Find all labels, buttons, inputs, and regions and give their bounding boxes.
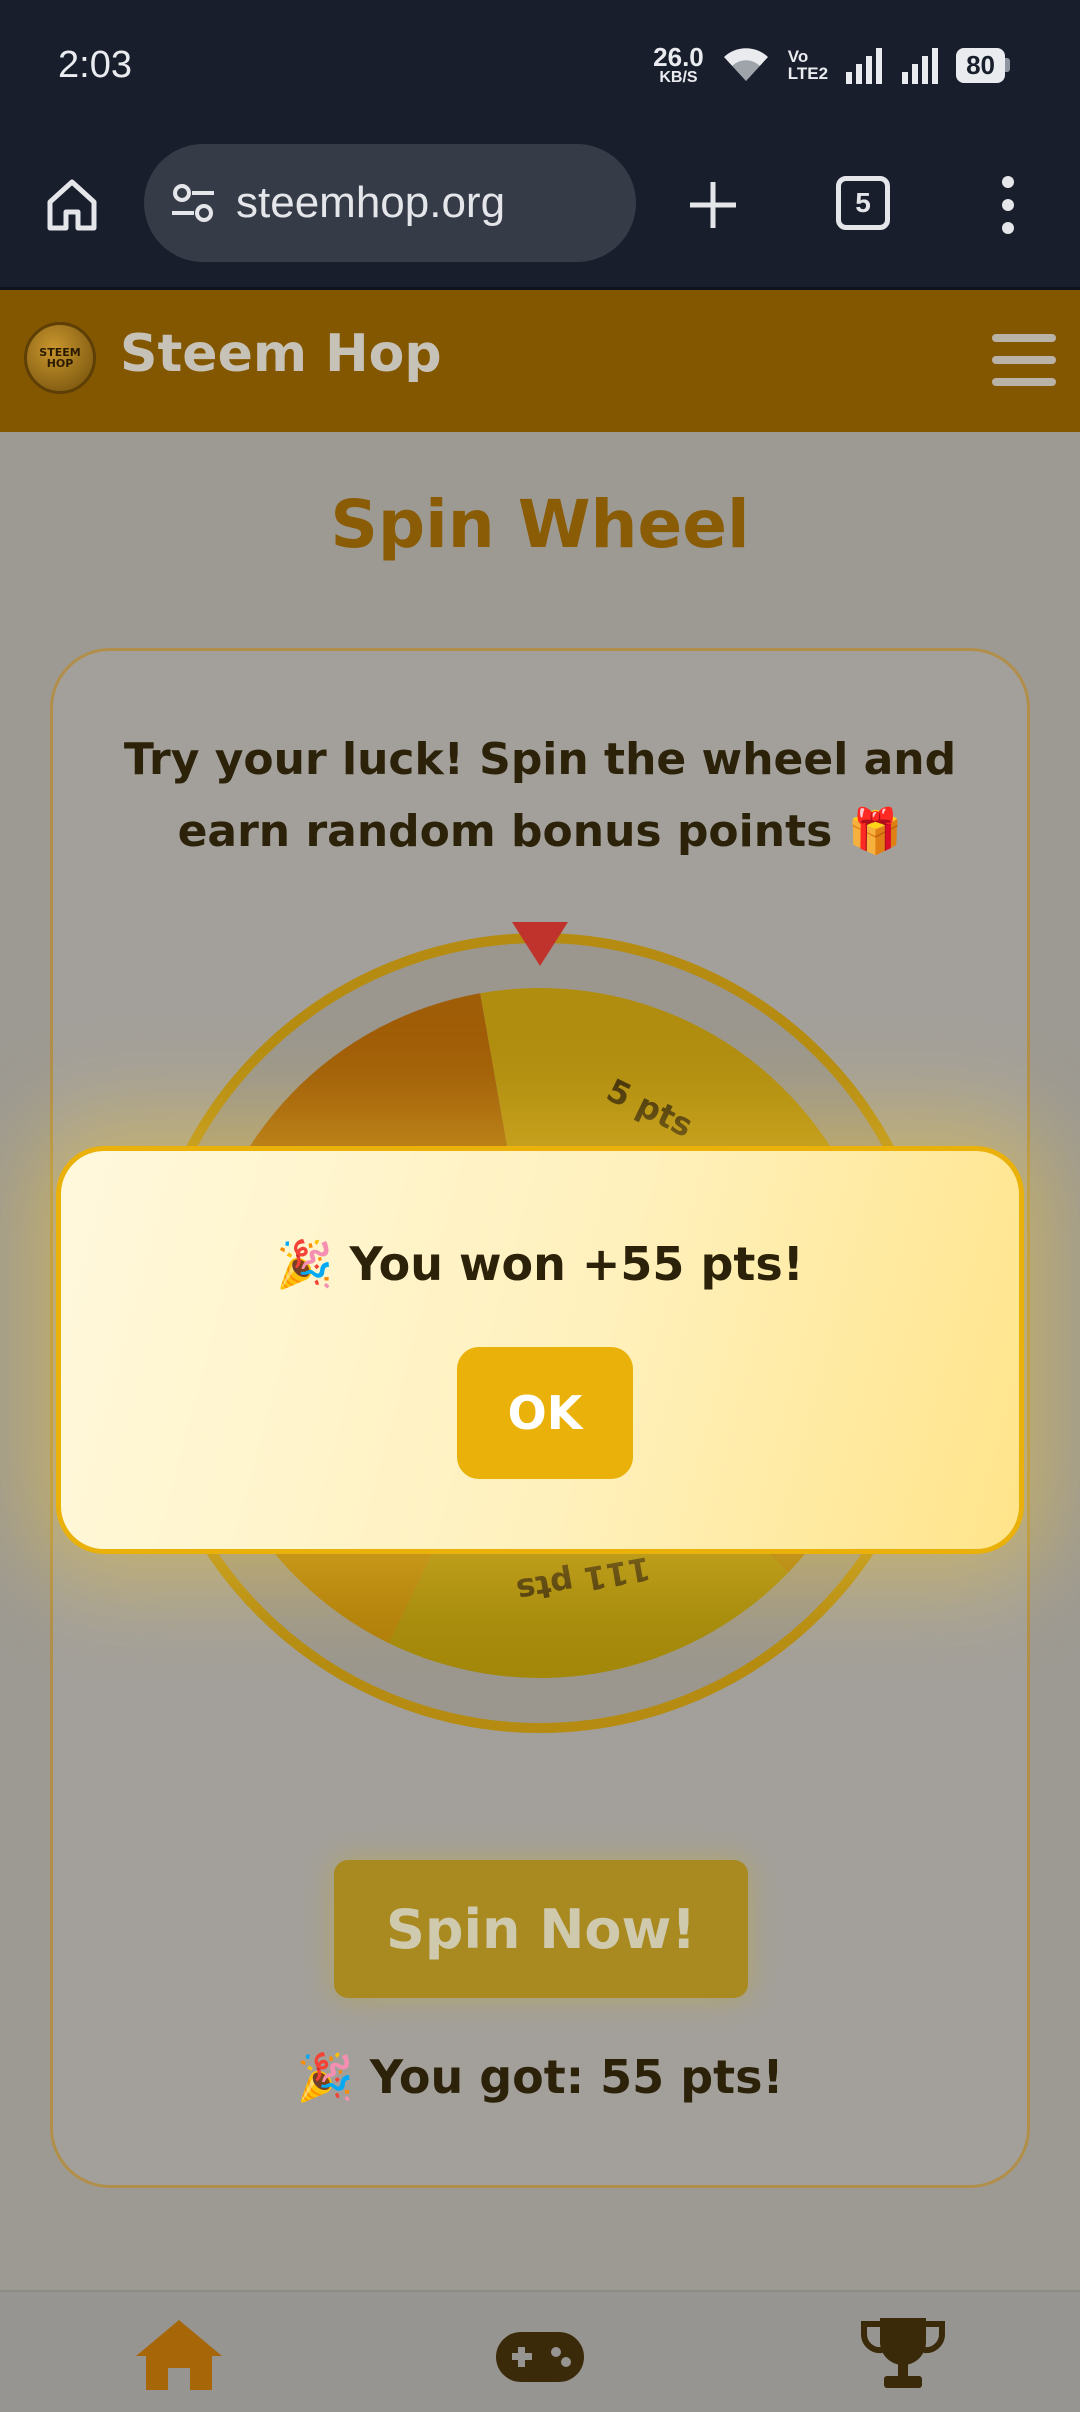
- hamburger-line: [992, 334, 1056, 342]
- ok-button[interactable]: OK: [457, 1347, 633, 1479]
- intro-line-1: Try your luck! Spin the wheel and: [123, 734, 957, 785]
- wifi-icon: [723, 48, 768, 81]
- signal-icon: [846, 48, 883, 84]
- intro-text: Try your luck! Spin the wheel and earn r…: [90, 724, 990, 868]
- battery-tip: [1005, 58, 1010, 72]
- gamepad-icon[interactable]: [494, 2314, 586, 2394]
- signal-icon-2: [902, 48, 939, 84]
- site-title[interactable]: Steem Hop: [120, 324, 442, 384]
- site-logo[interactable]: STEEM HOP: [24, 322, 96, 394]
- spin-result-text: 🎉 You got: 55 pts!: [296, 2050, 784, 2104]
- home-icon[interactable]: [42, 174, 102, 234]
- status-bar: 2:03 26.0 KB/S Vo LTE2 80: [0, 0, 1080, 140]
- site-header: STEEM HOP Steem Hop: [0, 290, 1080, 432]
- status-icons: 26.0 KB/S Vo LTE2 80: [653, 44, 1010, 86]
- volte-top: Vo: [787, 47, 809, 66]
- win-message: 🎉 You won +55 pts!: [276, 1237, 804, 1291]
- hamburger-line: [992, 378, 1056, 386]
- home-icon[interactable]: [134, 2314, 224, 2394]
- spin-now-button[interactable]: Spin Now!: [334, 1860, 748, 1998]
- network-speed-value: 26.0: [653, 42, 704, 72]
- tab-switcher-button[interactable]: 5: [836, 176, 890, 230]
- intro-line-2: earn random bonus points 🎁: [177, 806, 903, 857]
- page-title: Spin Wheel: [330, 486, 750, 563]
- battery-level: 80: [956, 47, 1005, 83]
- network-speed: 26.0 KB/S: [653, 44, 704, 86]
- site-settings-icon[interactable]: [170, 180, 216, 226]
- browser-toolbar: steemhop.org 5: [0, 140, 1080, 290]
- new-tab-icon[interactable]: [684, 176, 742, 234]
- volte-indicator: Vo LTE2: [788, 48, 828, 82]
- trophy-icon[interactable]: [858, 2314, 948, 2394]
- hamburger-line: [992, 356, 1056, 364]
- url-text: steemhop.org: [236, 178, 506, 227]
- battery-indicator: 80: [956, 47, 1010, 83]
- hamburger-menu-icon[interactable]: [992, 334, 1056, 386]
- volte-bottom: LTE2: [787, 64, 829, 83]
- win-modal: 🎉 You won +55 pts! OK: [56, 1146, 1024, 1554]
- bottom-nav: [0, 2290, 1080, 2412]
- network-speed-unit: KB/S: [659, 69, 698, 86]
- url-bar[interactable]: steemhop.org: [144, 144, 636, 262]
- status-time: 2:03: [58, 44, 132, 86]
- more-menu-icon[interactable]: [995, 172, 1021, 238]
